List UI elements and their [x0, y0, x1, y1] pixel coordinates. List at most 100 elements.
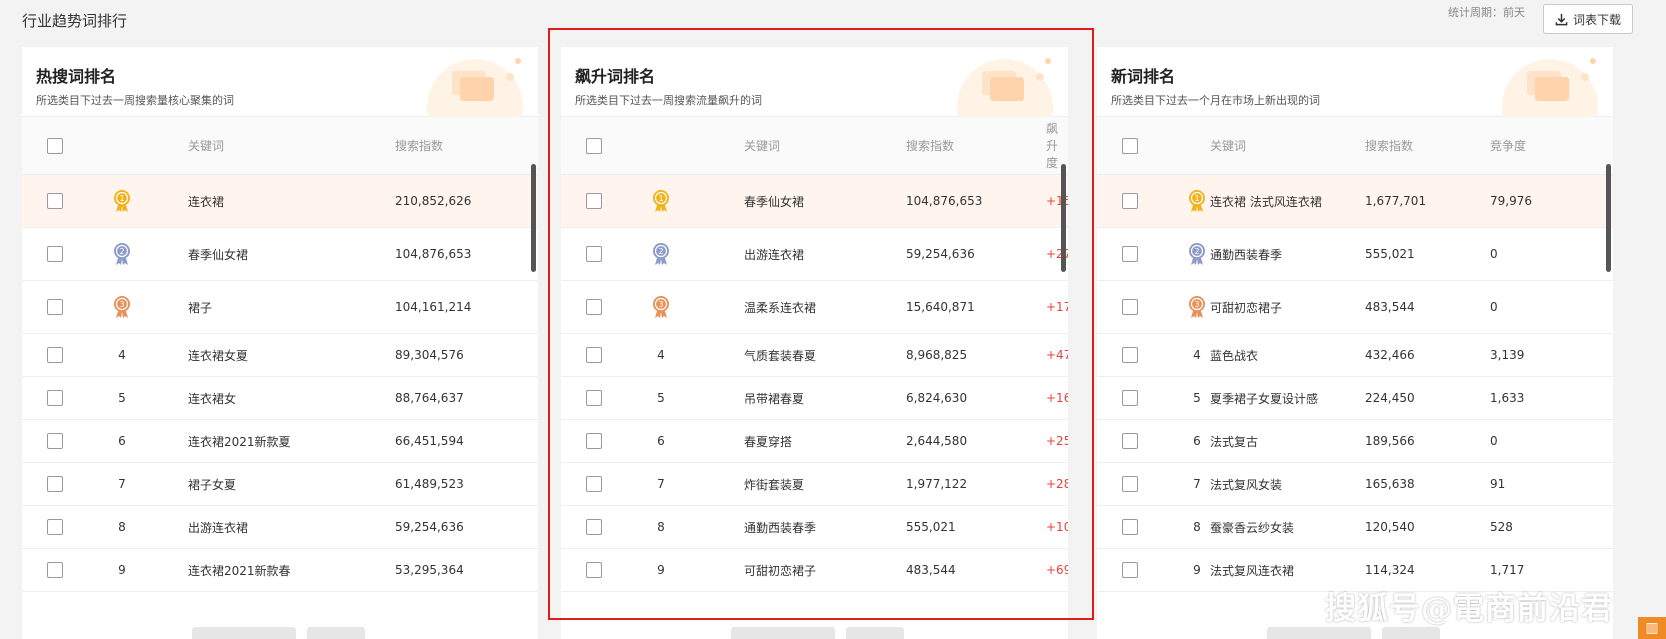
row-checkbox[interactable] [586, 562, 602, 578]
row-checkbox[interactable] [47, 562, 63, 578]
table-row[interactable]: 5 夏季裙子女夏设计感 224,450 1,633 [1097, 377, 1613, 420]
table-row[interactable]: 1 连衣裙 210,852,626 [22, 175, 538, 228]
table-row[interactable]: 4 蓝色战衣 432,466 3,139 [1097, 334, 1613, 377]
row-checkbox[interactable] [1122, 390, 1138, 406]
table-row[interactable]: 8 出游连衣裙 59,254,636 [22, 506, 538, 549]
keyword-cell[interactable]: 夏季裙子女夏设计感 [1210, 377, 1318, 419]
keyword-cell[interactable]: 出游连衣裙 [744, 228, 804, 280]
keyword-cell[interactable]: 法式复古 [1210, 420, 1258, 462]
keyword-cell[interactable]: 可甜初恋裙子 [744, 549, 816, 591]
table-row[interactable]: 2出游连衣裙59,254,636+279% [561, 228, 1068, 281]
panel-scrollbar[interactable] [1061, 164, 1066, 272]
table-row[interactable]: 4 连衣裙女夏 89,304,576 [22, 334, 538, 377]
row-checkbox[interactable] [1122, 562, 1138, 578]
keyword-cell[interactable]: 温柔系连衣裙 [744, 281, 816, 333]
row-checkbox[interactable] [1122, 347, 1138, 363]
table-row[interactable]: 8 蚕豪香云纱女装 120,540 528 [1097, 506, 1613, 549]
keyword-cell[interactable]: 连衣裙女 [188, 377, 236, 419]
table-row[interactable]: 7 法式复风女装 165,638 91 [1097, 463, 1613, 506]
table-row[interactable]: 3 可甜初恋裙子 483,544 0 [1097, 281, 1613, 334]
select-all-checkbox[interactable] [586, 137, 602, 154]
keyword-cell[interactable]: 连衣裙女夏 [188, 334, 248, 376]
search-index-cell: 104,876,653 [395, 247, 472, 261]
keyword-cell[interactable]: 连衣裙2021新款夏 [188, 420, 291, 462]
pager-next-button[interactable] [1382, 627, 1440, 639]
table-row[interactable]: 3 温柔系连衣裙 15,640,871 +172% [561, 281, 1068, 334]
row-checkbox[interactable] [586, 347, 602, 363]
table-row[interactable]: 2 通勤西装春季 555,021 0 [1097, 228, 1613, 281]
keyword-cell[interactable]: 裙子 [188, 281, 212, 333]
table-row[interactable]: 7 炸街套装夏 1,977,122 +280% [561, 463, 1068, 506]
table-row[interactable]: 9 可甜初恋裙子 483,544 +6940% [561, 549, 1068, 592]
row-checkbox[interactable] [47, 246, 63, 262]
keyword-cell[interactable]: 法式复风连衣裙 [1210, 549, 1294, 591]
row-checkbox[interactable] [47, 299, 63, 315]
table-row[interactable]: 2 春季仙女裙 104,876,653 [22, 228, 538, 281]
row-checkbox[interactable] [47, 476, 63, 492]
row-checkbox[interactable] [586, 519, 602, 535]
table-row[interactable]: 5 吊带裙春夏 6,824,630 +167% [561, 377, 1068, 420]
table-row[interactable]: 1 连衣裙 法式风连衣裙 1,677,701 79,976 [1097, 175, 1613, 228]
keyword-cell[interactable]: 吊带裙春夏 [744, 377, 804, 419]
keyword-cell[interactable]: 春夏穿搭 [744, 420, 792, 462]
row-checkbox[interactable] [1122, 476, 1138, 492]
search-index-cell: 8,968,825 [906, 348, 968, 362]
keyword-cell[interactable]: 连衣裙 [188, 175, 224, 227]
table-row[interactable]: 6 连衣裙2021新款夏 66,451,594 [22, 420, 538, 463]
row-checkbox[interactable] [586, 390, 602, 406]
row-checkbox[interactable] [586, 299, 602, 315]
row-checkbox[interactable] [1122, 193, 1138, 209]
table-row[interactable]: 7 裙子女夏 61,489,523 [22, 463, 538, 506]
search-index-cell: 224,450 [1365, 391, 1415, 405]
table-row[interactable]: 3 裙子 104,161,214 [22, 281, 538, 334]
panel-scrollbar[interactable] [1606, 164, 1611, 272]
row-checkbox[interactable] [586, 433, 602, 449]
panel-scrollbar[interactable] [531, 164, 536, 272]
download-wordlist-button[interactable]: 词表下载 [1543, 4, 1633, 34]
keyword-cell[interactable]: 连衣裙 法式风连衣裙 [1210, 175, 1322, 227]
table-row[interactable]: 4 气质套装春夏 8,968,825 +479% [561, 334, 1068, 377]
table-row[interactable]: 6 春夏穿搭 2,644,580 +259% [561, 420, 1068, 463]
keyword-cell[interactable]: 蚕豪香云纱女装 [1210, 506, 1294, 548]
pager-prev-button[interactable] [1267, 627, 1371, 639]
row-checkbox[interactable] [586, 476, 602, 492]
row-checkbox[interactable] [47, 347, 63, 363]
keyword-cell[interactable]: 可甜初恋裙子 [1210, 281, 1282, 333]
row-checkbox[interactable] [47, 193, 63, 209]
row-checkbox[interactable] [586, 246, 602, 262]
row-checkbox[interactable] [1122, 299, 1138, 315]
row-checkbox[interactable] [47, 519, 63, 535]
row-checkbox[interactable] [586, 193, 602, 209]
row-checkbox[interactable] [1122, 246, 1138, 262]
table-row[interactable]: 9 连衣裙2021新款春 53,295,364 [22, 549, 538, 592]
pager-next-button[interactable] [846, 627, 904, 639]
table-row[interactable]: 5 连衣裙女 88,764,637 [22, 377, 538, 420]
pager-prev-button[interactable] [192, 627, 296, 639]
silver-medal-icon: 2 [646, 228, 676, 280]
keyword-cell[interactable]: 春季仙女裙 [744, 175, 804, 227]
table-row[interactable]: 6 法式复古 189,566 0 [1097, 420, 1613, 463]
pager-prev-button[interactable] [731, 627, 835, 639]
column-header-keyword: 关键词 [1210, 139, 1247, 153]
table-row[interactable]: 1春季仙女裙104,876,653+1514% [561, 175, 1068, 228]
keyword-cell[interactable]: 春季仙女裙 [188, 228, 248, 280]
keyword-cell[interactable]: 炸街套装夏 [744, 463, 804, 505]
row-checkbox[interactable] [47, 390, 63, 406]
svg-text:3: 3 [658, 300, 663, 309]
row-checkbox[interactable] [1122, 433, 1138, 449]
row-checkbox[interactable] [1122, 519, 1138, 535]
keyword-cell[interactable]: 连衣裙2021新款春 [188, 549, 291, 591]
table-row[interactable]: 8 通勤西装春季 555,021 +103858% [561, 506, 1068, 549]
row-checkbox[interactable] [47, 433, 63, 449]
search-index-cell: 2,644,580 [906, 434, 968, 448]
select-all-checkbox[interactable] [47, 137, 63, 154]
pager-next-button[interactable] [307, 627, 365, 639]
keyword-cell[interactable]: 通勤西装春季 [1210, 228, 1282, 280]
keyword-cell[interactable]: 裙子女夏 [188, 463, 236, 505]
keyword-cell[interactable]: 蓝色战衣 [1210, 334, 1258, 376]
keyword-cell[interactable]: 气质套装春夏 [744, 334, 816, 376]
select-all-checkbox[interactable] [1122, 137, 1138, 154]
keyword-cell[interactable]: 通勤西装春季 [744, 506, 816, 548]
keyword-cell[interactable]: 出游连衣裙 [188, 506, 248, 548]
keyword-cell[interactable]: 法式复风女装 [1210, 463, 1282, 505]
